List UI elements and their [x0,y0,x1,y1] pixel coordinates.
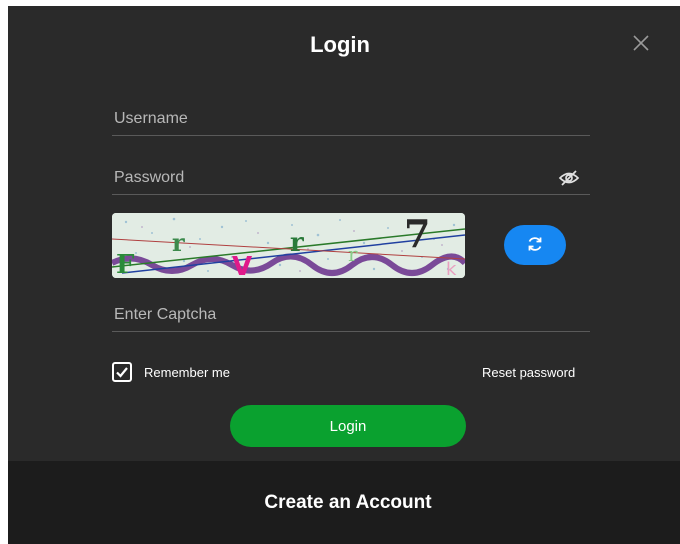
eye-off-icon[interactable] [558,168,580,188]
captcha-char: r [348,242,358,266]
captcha-input[interactable] [112,298,590,331]
refresh-icon [526,235,544,256]
password-field[interactable] [112,161,590,195]
remember-me-checkbox[interactable]: Remember me [112,362,230,382]
reset-password-link[interactable]: Reset password [482,365,575,380]
captcha-field[interactable] [112,298,590,332]
login-button[interactable]: Login [230,405,466,447]
login-dialog: Login Username F r r V 7 r k Enter Captc… [8,6,680,544]
password-input[interactable] [112,161,590,194]
create-account-label: Create an Account [264,491,432,513]
close-icon[interactable] [632,34,654,56]
captcha-char: 7 [404,213,430,256]
username-field[interactable] [112,102,590,136]
captcha-char: r [172,228,185,257]
captcha-char: V [232,252,252,278]
captcha-char: F [116,250,135,278]
captcha-char: k [446,259,457,278]
remember-me-label: Remember me [144,364,230,380]
captcha-image: F r r V 7 r k [112,213,465,278]
create-account-button[interactable]: Create an Account [8,461,680,544]
checkbox[interactable] [112,362,132,382]
dialog-title: Login [310,32,370,57]
captcha-refresh-button[interactable] [504,225,566,265]
captcha-char: r [290,228,304,258]
checkmark-icon [116,367,128,378]
username-input[interactable] [112,102,590,135]
